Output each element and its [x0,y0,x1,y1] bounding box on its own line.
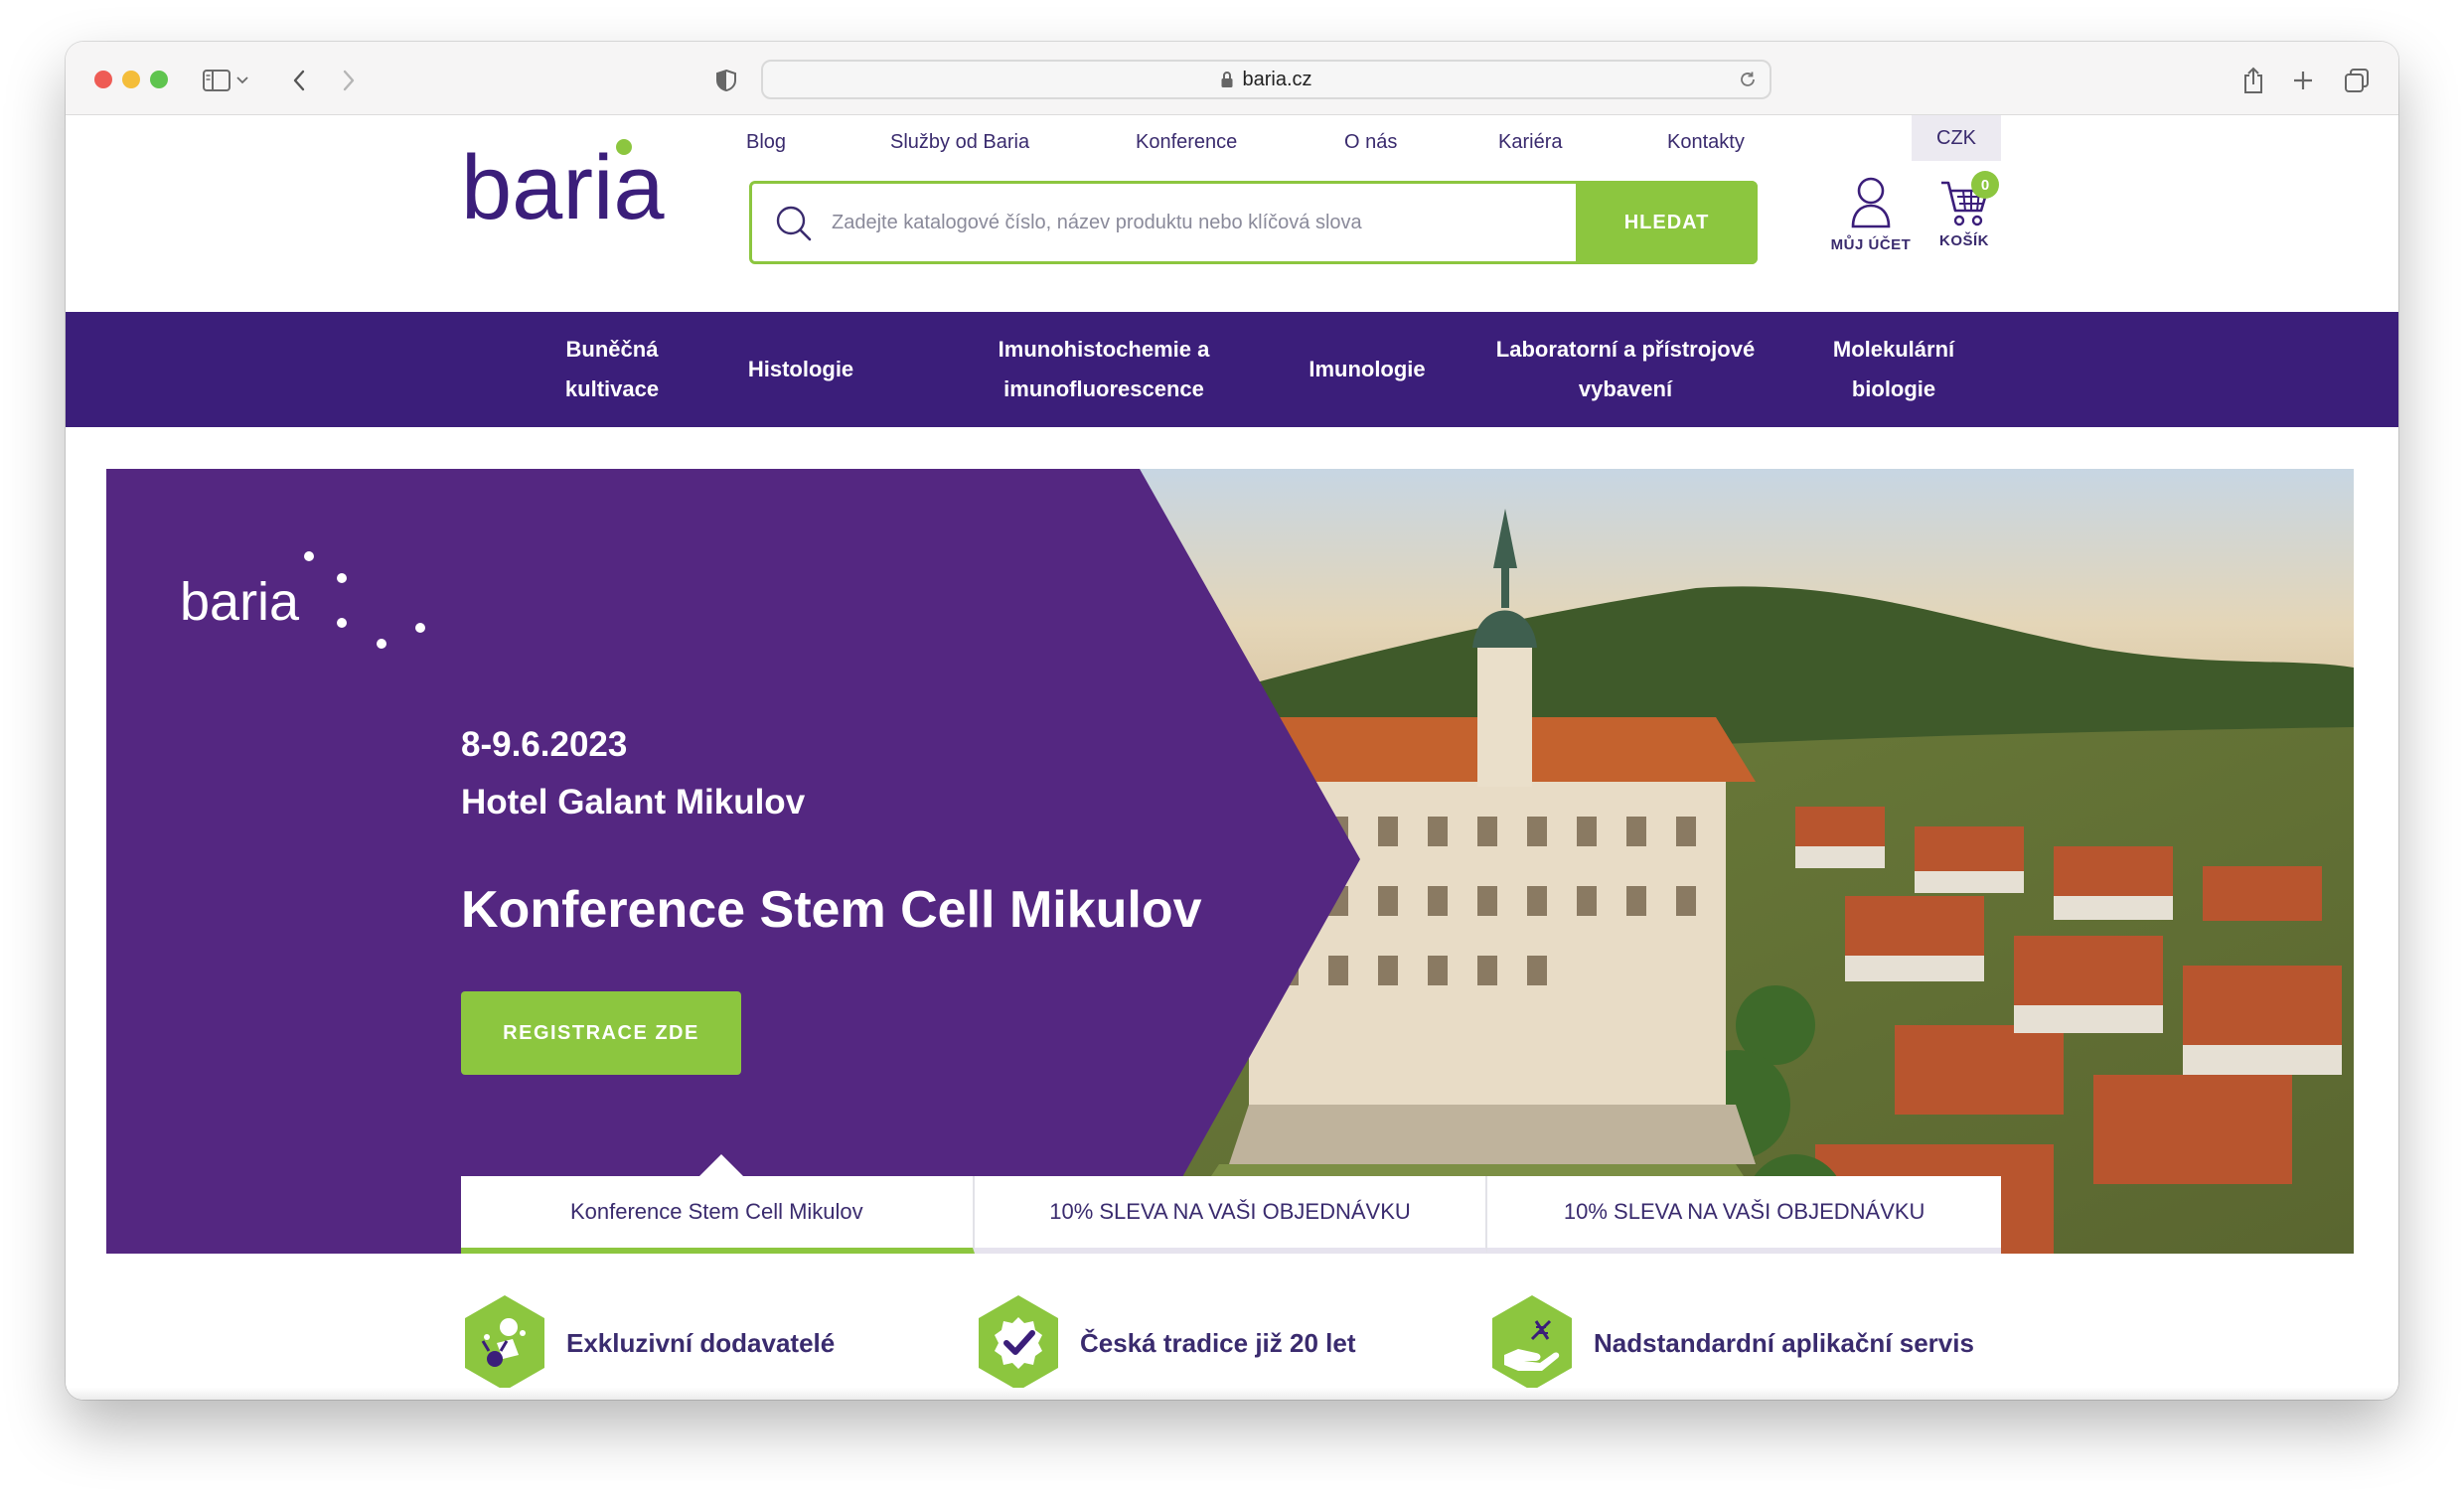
application-service-icon [1492,1295,1572,1391]
user-icon [1851,177,1891,228]
category-lab-equipment[interactable]: Laboratorní a přístrojové vybavení [1437,312,1814,427]
baria-logo[interactable]: baria [461,137,699,238]
active-tab-caret [699,1154,743,1176]
browser-window: baria.cz baria Blog Služby od Baria Konf… [66,42,2398,1400]
minimize-window-button[interactable] [122,71,140,88]
hero-title: Konference Stem Cell Mikulov [461,881,1202,939]
logo-dot [616,139,632,155]
nav-conference-link[interactable]: Konference [1136,131,1237,154]
slider-tab-discount-1[interactable]: 10% SLEVA NA VAŠI OBJEDNÁVKU [974,1176,1488,1254]
url-text: baria.cz [1242,68,1312,90]
cart-count-badge: 0 [1971,171,1999,199]
search-button[interactable]: HLEDAT [1576,181,1758,264]
feature-label: Česká tradice již 20 let [1080,1327,1356,1358]
hero-date: 8-9.6.2023 [461,725,628,764]
slider-tab-conference[interactable]: Konference Stem Cell Mikulov [461,1154,975,1254]
category-molecular-biology[interactable]: Molekulární biologie [1774,312,2013,427]
feature-label: Nadstandardní aplikační servis [1594,1327,1974,1358]
forward-arrow-icon[interactable] [332,64,366,97]
web-page: baria Blog Služby od Baria Konference O … [66,115,2398,1400]
hero-banner: baria 8-9.6.2023 Hotel Galant Mikulov Ko… [106,469,2354,1254]
chevron-down-icon[interactable] [232,64,252,97]
nav-about-link[interactable]: O nás [1344,131,1397,154]
hero-slider-tabs: Konference Stem Cell Mikulov 10% SLEVA N… [461,1154,2002,1254]
category-nav: Buněčná kultivace Histologie Imunohistoch… [66,312,2398,427]
category-immunohistochemistry[interactable]: Imunohistochemie a imunofluorescence [910,312,1298,427]
logo-wordmark: baria [461,139,665,238]
browser-titlebar: baria.cz [66,42,2398,115]
zoom-window-button[interactable] [150,71,168,88]
nav-services-link[interactable]: Služby od Baria [890,131,1029,154]
back-arrow-icon[interactable] [282,64,316,97]
feature-exclusive-suppliers: Exkluzivní dodavatelé [461,1293,835,1393]
category-histology[interactable]: Histologie [682,312,920,427]
slider-tab-discount-2[interactable]: 10% SLEVA NA VAŠI OBJEDNÁVKU [1487,1176,2002,1254]
page-bottom-edge [66,1388,2398,1400]
cart-label: KOŠÍK [1938,232,1989,249]
register-button[interactable]: REGISTRACE ZDE [461,991,741,1075]
feature-label: Exkluzivní dodavatelé [566,1327,836,1358]
nav-career-link[interactable]: Kariéra [1498,131,1562,154]
search-icon [774,204,814,247]
search-box: HLEDAT [749,181,1758,264]
lock-icon [1220,71,1234,88]
search-input[interactable] [832,184,1527,261]
feature-czech-tradition: Česká tradice již 20 let [975,1293,1355,1393]
privacy-shield-icon[interactable] [709,64,743,97]
sidebar-toggle-icon[interactable] [200,64,233,97]
czech-tradition-icon [979,1295,1058,1391]
address-bar[interactable]: baria.cz [761,60,1771,99]
hero-baria-logo: baria [180,548,448,662]
cart-button[interactable]: 0 KOŠÍK [1920,171,2009,249]
account-label: MŮJ ÚČET [1830,236,1912,253]
feature-application-service: Nadstandardní aplikační servis [1488,1293,1974,1393]
nav-blog-link[interactable]: Blog [746,131,786,154]
tab-overview-icon[interactable] [2340,64,2374,97]
hero-venue: Hotel Galant Mikulov [461,783,806,822]
new-tab-icon[interactable] [2286,64,2320,97]
currency-selector[interactable]: CZK [1912,115,2001,161]
screen: baria.cz baria Blog Služby od Baria Konf… [0,0,2464,1494]
close-window-button[interactable] [94,71,112,88]
nav-contacts-link[interactable]: Kontakty [1667,131,1745,154]
svg-text:baria: baria [180,572,300,632]
share-icon[interactable] [2236,64,2270,97]
reload-icon[interactable] [1738,70,1758,95]
exclusive-suppliers-icon [465,1295,544,1391]
account-button[interactable]: MŮJ ÚČET [1826,175,1916,253]
